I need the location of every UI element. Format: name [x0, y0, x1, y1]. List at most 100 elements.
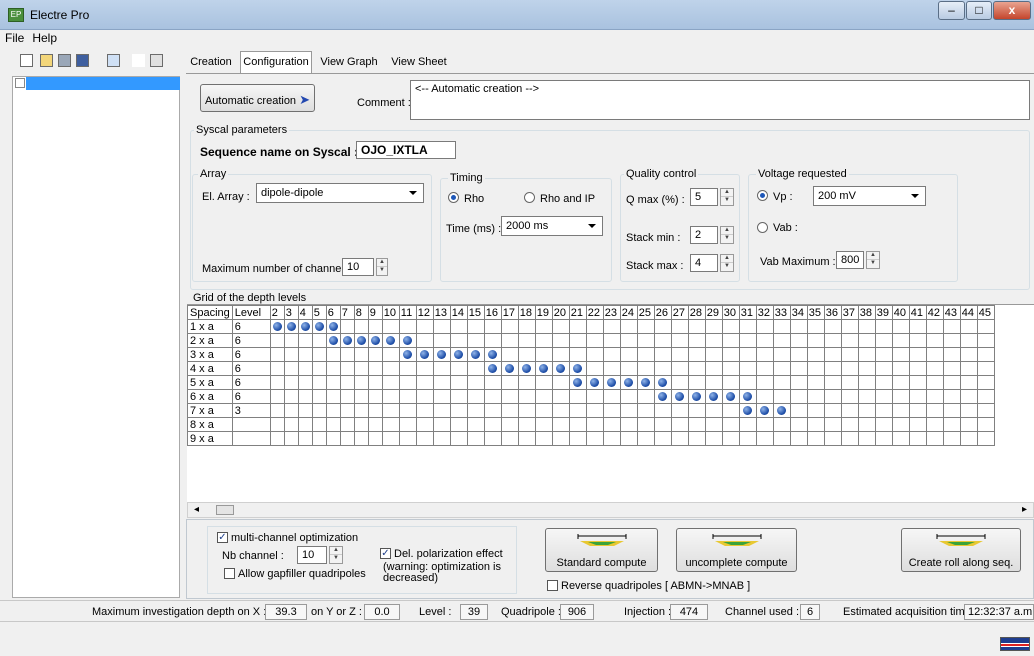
grid-cell[interactable] — [670, 403, 689, 418]
grid-cell[interactable] — [789, 361, 808, 376]
grid-cell[interactable] — [619, 347, 638, 362]
grid-cell[interactable] — [823, 361, 842, 376]
grid-cell[interactable] — [976, 403, 995, 418]
grid-cell[interactable] — [891, 403, 910, 418]
grid-cell[interactable] — [367, 375, 383, 390]
spacing-cell[interactable]: 1 x a — [187, 319, 233, 334]
grid-cell[interactable] — [297, 319, 313, 334]
grid-cell[interactable] — [925, 375, 944, 390]
grid-cell[interactable] — [636, 319, 655, 334]
grid-cell[interactable] — [891, 319, 910, 334]
grid-cell[interactable] — [772, 431, 791, 446]
level-cell[interactable] — [231, 431, 271, 446]
grid-cell[interactable] — [755, 431, 774, 446]
grid-cell[interactable] — [687, 361, 706, 376]
grid-cell[interactable] — [367, 361, 383, 376]
grid-cell[interactable] — [874, 375, 893, 390]
grid-cell[interactable] — [353, 431, 369, 446]
grid-cell[interactable] — [325, 319, 341, 334]
grid-cell[interactable] — [704, 333, 723, 348]
grid-cell[interactable] — [283, 403, 299, 418]
grid-cell[interactable] — [483, 431, 502, 446]
grid-cell[interactable] — [269, 375, 285, 390]
grid-cell[interactable] — [449, 403, 468, 418]
grid-cell[interactable] — [517, 347, 536, 362]
rho-ip-radio[interactable] — [524, 192, 535, 203]
grid-cell[interactable] — [840, 375, 859, 390]
grid-cell[interactable] — [602, 333, 621, 348]
grid-cell[interactable] — [721, 333, 740, 348]
grid-cell[interactable] — [738, 361, 757, 376]
grid-cell[interactable] — [585, 417, 604, 432]
grid-cell[interactable] — [602, 319, 621, 334]
grid-cell[interactable] — [415, 389, 434, 404]
spacing-cell[interactable]: 2 x a — [187, 333, 233, 348]
grid-cell[interactable] — [653, 361, 672, 376]
grid-cell[interactable] — [721, 375, 740, 390]
grid-cell[interactable] — [432, 431, 451, 446]
grid-cell[interactable] — [534, 319, 553, 334]
table-row[interactable]: 3 x a6 — [187, 347, 995, 362]
grid-cell[interactable] — [789, 375, 808, 390]
grid-cell[interactable] — [415, 319, 434, 334]
grid-cell[interactable] — [755, 403, 774, 418]
grid-cell[interactable] — [908, 361, 927, 376]
grid-cell[interactable] — [500, 319, 519, 334]
grid-cell[interactable] — [325, 333, 341, 348]
grid-cell[interactable] — [959, 431, 978, 446]
grid-cell[interactable] — [449, 417, 468, 432]
grid-cell[interactable] — [415, 375, 434, 390]
grid-cell[interactable] — [381, 417, 400, 432]
grid-cell[interactable] — [772, 333, 791, 348]
tab-view-graph[interactable]: View Graph — [316, 52, 382, 74]
grid-cell[interactable] — [339, 319, 355, 334]
grid-cell[interactable] — [432, 403, 451, 418]
grid-cell[interactable] — [619, 431, 638, 446]
grid-cell[interactable] — [466, 403, 485, 418]
max-channels-field[interactable]: 10 — [342, 258, 374, 276]
table-row[interactable]: 5 x a6 — [187, 375, 995, 390]
grid-cell[interactable] — [619, 361, 638, 376]
grid-cell[interactable] — [670, 431, 689, 446]
grid-cell[interactable] — [840, 361, 859, 376]
grid-cell[interactable] — [772, 417, 791, 432]
grid-cell[interactable] — [325, 347, 341, 362]
grid-cell[interactable] — [908, 389, 927, 404]
grid-cell[interactable] — [636, 403, 655, 418]
grid-cell[interactable] — [297, 417, 313, 432]
grid-cell[interactable] — [367, 431, 383, 446]
grid-cell[interactable] — [398, 319, 417, 334]
grid-cell[interactable] — [908, 403, 927, 418]
grid-cell[interactable] — [483, 333, 502, 348]
grid-cell[interactable] — [806, 347, 825, 362]
grid-cell[interactable] — [500, 361, 519, 376]
grid-cell[interactable] — [721, 347, 740, 362]
sequence-name-field[interactable]: OJO_IXTLA — [356, 141, 456, 159]
grid-cell[interactable] — [704, 375, 723, 390]
grid-cell[interactable] — [857, 333, 876, 348]
grid-cell[interactable] — [908, 417, 927, 432]
grid-cell[interactable] — [636, 417, 655, 432]
scroll-left-icon[interactable]: ◂ — [194, 504, 199, 515]
depth-levels-grid[interactable]: Spacing Level 2 3 4 5 6 7 8 9 10 11 12 13 14 15 16 17 18 19… — [187, 304, 1034, 504]
grid-cell[interactable] — [619, 375, 638, 390]
grid-cell[interactable] — [857, 347, 876, 362]
grid-cell[interactable] — [398, 333, 417, 348]
sequence-checkbox[interactable] — [15, 78, 25, 88]
grid-cell[interactable] — [874, 319, 893, 334]
grid-cell[interactable] — [283, 431, 299, 446]
grid-cell[interactable] — [297, 333, 313, 348]
grid-cell[interactable] — [500, 431, 519, 446]
grid-cell[interactable] — [415, 403, 434, 418]
grid-cell[interactable] — [602, 417, 621, 432]
grid-cell[interactable] — [500, 403, 519, 418]
grid-cell[interactable] — [704, 347, 723, 362]
grid-cell[interactable] — [466, 361, 485, 376]
grid-cell[interactable] — [500, 375, 519, 390]
grid-cell[interactable] — [449, 431, 468, 446]
grid-cell[interactable] — [339, 333, 355, 348]
grid-cell[interactable] — [942, 389, 961, 404]
grid-cell[interactable] — [311, 389, 327, 404]
qmax-spinner[interactable]: ▲ ▼ — [720, 188, 734, 206]
spacing-cell[interactable]: 5 x a — [187, 375, 233, 390]
